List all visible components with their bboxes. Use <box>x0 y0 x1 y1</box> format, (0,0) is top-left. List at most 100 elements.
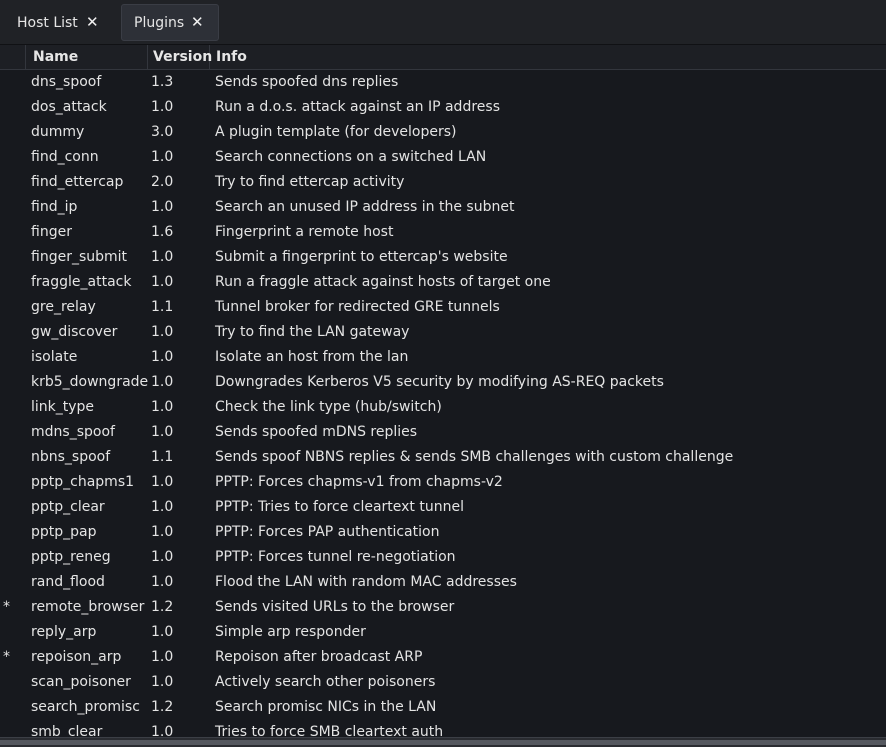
table-row[interactable]: pptp_pap 1.0 PPTP: Forces PAP authenticati… <box>0 520 886 545</box>
table-row[interactable]: mdns_spoof 1.0 Sends spoofed mDNS replies <box>0 420 886 445</box>
plugin-info: A plugin template (for developers) <box>215 124 457 140</box>
table-row[interactable]: pptp_reneg 1.0 PPTP: Forces tunnel re-nego… <box>0 545 886 570</box>
column-header-info[interactable]: Info <box>210 45 886 69</box>
plugin-name: link_type <box>31 399 95 415</box>
plugin-name: dns_spoof <box>31 74 102 90</box>
plugin-version: 2.0 <box>151 174 174 190</box>
plugin-name: fraggle_attack <box>31 274 132 290</box>
plugin-name: repoison_arp <box>31 649 122 665</box>
table-row[interactable]: rand_flood 1.0 Flood the LAN with random M… <box>0 570 886 595</box>
plugin-version: 3.0 <box>151 124 174 140</box>
plugin-name: nbns_spoof <box>31 449 111 465</box>
plugin-name: search_promisc <box>31 699 140 715</box>
plugin-name: gre_relay <box>31 299 96 315</box>
column-header-name[interactable]: Name <box>26 45 148 69</box>
plugin-info: Isolate an host from the lan <box>215 349 409 365</box>
plugin-info: Try to find ettercap activity <box>215 174 405 190</box>
plugin-name: dos_attack <box>31 99 107 115</box>
plugin-info: Check the link type (hub/switch) <box>215 399 442 415</box>
horizontal-scrollbar[interactable] <box>0 737 886 747</box>
plugin-info: PPTP: Forces chapms-v1 from chapms-v2 <box>215 474 503 490</box>
plugin-info: Search an unused IP address in the subne… <box>215 199 515 215</box>
plugin-info: Sends visited URLs to the browser <box>215 599 455 615</box>
plugin-name: pptp_pap <box>31 524 97 540</box>
column-header-version[interactable]: Version <box>148 45 212 69</box>
table-row[interactable]: gw_discover 1.0 Try to find the LAN gatewa… <box>0 320 886 345</box>
plugin-version: 1.0 <box>151 374 174 390</box>
table-row[interactable]: dns_spoof 1.3 Sends spoofed dns replies <box>0 70 886 95</box>
table-row[interactable]: find_ip 1.0 Search an unused IP address in… <box>0 195 886 220</box>
table-row[interactable]: dos_attack 1.0 Run a d.o.s. attack against… <box>0 95 886 120</box>
table-row[interactable]: isolate 1.0 Isolate an host from the lan <box>0 345 886 370</box>
table-row[interactable]: link_type 1.0 Check the link type (hub/swi… <box>0 395 886 420</box>
plugin-version: 1.3 <box>151 74 174 90</box>
plugin-version: 1.2 <box>151 699 174 715</box>
plugin-version: 1.0 <box>151 149 174 165</box>
table-row[interactable]: dummy 3.0 A plugin template (for developer… <box>0 120 886 145</box>
plugin-name: krb5_downgrade <box>31 374 149 390</box>
plugin-version: 1.0 <box>151 274 174 290</box>
close-icon[interactable]: ✕ <box>86 15 99 30</box>
table-row[interactable]: finger_submit 1.0 Submit a fingerprint to … <box>0 245 886 270</box>
table-row[interactable]: finger 1.6 Fingerprint a remote host <box>0 220 886 245</box>
plugin-version: 1.0 <box>151 674 174 690</box>
table-row[interactable]: krb5_downgrade 1.0 Downgrades Kerberos V5 … <box>0 370 886 395</box>
table-row[interactable]: * repoison_arp 1.0 Repoison after broadcast… <box>0 645 886 670</box>
plugin-name: finger <box>31 224 72 240</box>
plugin-info: Repoison after broadcast ARP <box>215 649 423 665</box>
table-header: Name Version Info <box>0 45 886 70</box>
table-row[interactable]: find_ettercap 2.0 Try to find ettercap act… <box>0 170 886 195</box>
table-row[interactable]: fraggle_attack 1.0 Run a fraggle attack ag… <box>0 270 886 295</box>
plugin-info: Run a d.o.s. attack against an IP addres… <box>215 99 500 115</box>
table-row[interactable]: * remote_browser 1.2 Sends visited URLs to … <box>0 595 886 620</box>
plugin-info: PPTP: Forces PAP authentication <box>215 524 440 540</box>
plugin-version: 1.0 <box>151 199 174 215</box>
plugin-info: Sends spoofed mDNS replies <box>215 424 418 440</box>
plugin-info: Flood the LAN with random MAC addresses <box>215 574 517 590</box>
table-row[interactable]: reply_arp 1.0 Simple arp responder <box>0 620 886 645</box>
plugin-version: 1.0 <box>151 549 174 565</box>
plugin-name: rand_flood <box>31 574 105 590</box>
plugin-name: mdns_spoof <box>31 424 115 440</box>
scrollbar-thumb[interactable] <box>0 740 886 745</box>
plugin-name: pptp_clear <box>31 499 105 515</box>
table-row[interactable]: find_conn 1.0 Search connections on a swit… <box>0 145 886 170</box>
close-icon[interactable]: ✕ <box>191 15 204 30</box>
plugin-name: reply_arp <box>31 624 97 640</box>
plugin-version: 1.0 <box>151 624 174 640</box>
plugin-loaded-mark: * <box>3 599 10 615</box>
plugin-info: Run a fraggle attack against hosts of ta… <box>215 274 551 290</box>
tab-plugins[interactable]: Plugins ✕ <box>121 4 219 41</box>
table-row[interactable]: pptp_chapms1 1.0 PPTP: Forces chapms-v1 fr… <box>0 470 886 495</box>
table-row[interactable]: nbns_spoof 1.1 Sends spoof NBNS replies & … <box>0 445 886 470</box>
plugin-version: 1.0 <box>151 399 174 415</box>
plugin-info: PPTP: Forces tunnel re-negotiation <box>215 549 456 565</box>
tab-label: Host List <box>17 14 78 31</box>
plugin-info: Search promisc NICs in the LAN <box>215 699 437 715</box>
plugin-info: Sends spoof NBNS replies & sends SMB cha… <box>215 449 734 465</box>
plugin-name: pptp_chapms1 <box>31 474 135 490</box>
column-header-mark[interactable] <box>0 45 26 69</box>
plugin-list[interactable]: dns_spoof 1.3 Sends spoofed dns replies dos… <box>0 70 886 739</box>
tab-host-list[interactable]: Host List ✕ <box>0 4 117 41</box>
table-row[interactable]: scan_poisoner 1.0 Actively search other po… <box>0 670 886 695</box>
plugin-info: Submit a fingerprint to ettercap's websi… <box>215 249 508 265</box>
table-row[interactable]: search_promisc 1.2 Search promisc NICs in … <box>0 695 886 720</box>
plugin-version: 1.0 <box>151 324 174 340</box>
plugin-name: dummy <box>31 124 85 140</box>
plugin-name: remote_browser <box>31 599 145 615</box>
plugin-info: Sends spoofed dns replies <box>215 74 399 90</box>
plugin-version: 1.2 <box>151 599 174 615</box>
plugin-info: Tunnel broker for redirected GRE tunnels <box>215 299 500 315</box>
plugin-info: Actively search other poisoners <box>215 674 436 690</box>
plugin-version: 1.1 <box>151 299 174 315</box>
plugin-version: 1.0 <box>151 649 174 665</box>
plugin-name: isolate <box>31 349 78 365</box>
plugin-info: Fingerprint a remote host <box>215 224 394 240</box>
plugin-info: Simple arp responder <box>215 624 366 640</box>
plugin-info: Try to find the LAN gateway <box>215 324 410 340</box>
plugin-name: scan_poisoner <box>31 674 131 690</box>
plugin-version: 1.0 <box>151 249 174 265</box>
table-row[interactable]: pptp_clear 1.0 PPTP: Tries to force cleart… <box>0 495 886 520</box>
table-row[interactable]: gre_relay 1.1 Tunnel broker for redirected… <box>0 295 886 320</box>
